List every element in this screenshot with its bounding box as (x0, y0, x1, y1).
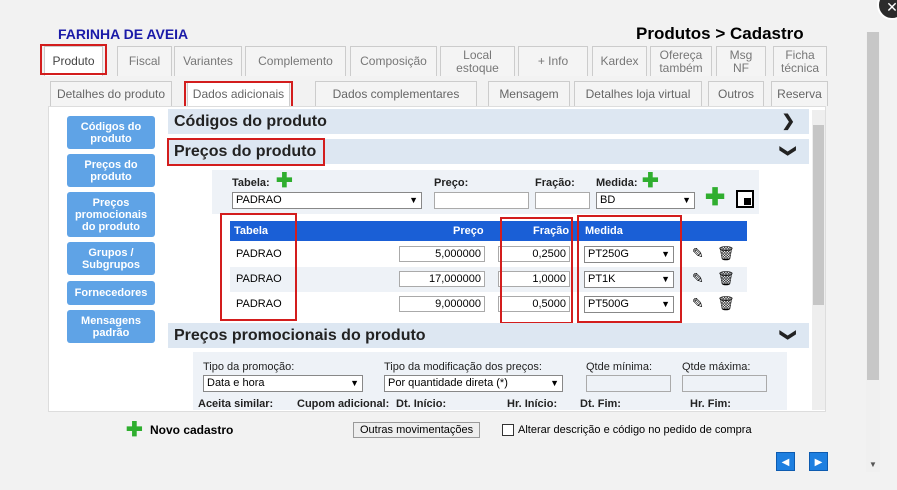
tab-mensagem[interactable]: Mensagem (488, 81, 570, 106)
aceita-similar-label: Aceita similar: (198, 398, 274, 410)
tab-variantes[interactable]: Variantes (174, 46, 242, 76)
section-precos-produto[interactable]: Preços do produto ❯ (168, 139, 809, 164)
fracao-input[interactable] (535, 192, 590, 209)
chevron-right-icon: ❯ (781, 113, 795, 130)
edit-icon[interactable]: ✎ (692, 295, 704, 312)
col-preco: Preço (453, 225, 484, 237)
preco-label: Preço: (434, 177, 469, 189)
page-title: Produtos > Cadastro (636, 24, 804, 43)
edit-icon[interactable]: ✎ (692, 245, 704, 262)
precos-table-header: Tabela Preço Fração Medida (230, 221, 747, 241)
fracao-cell-input[interactable]: 1,0000 (498, 271, 570, 287)
alterar-label: Alterar descrição e código no pedido de … (518, 424, 752, 436)
col-medida: Medida (585, 225, 623, 237)
tabela-select[interactable]: PADRAO ▼ (232, 192, 422, 209)
tab-mais-info[interactable]: + Info (518, 46, 588, 76)
medida-cell-select[interactable]: PT500G ▼ (584, 296, 674, 313)
medida-label: Medida: (596, 177, 638, 189)
tab-ficha-tecnica[interactable]: Ficha técnica (773, 46, 827, 76)
medida-select[interactable]: BD ▼ (596, 192, 695, 209)
tab-complemento[interactable]: Complemento (245, 46, 346, 76)
chevron-down-icon: ❯ (779, 144, 797, 158)
tipo-modificacao-select[interactable]: Por quantidade direta (*) ▼ (384, 375, 563, 392)
tab-kardex[interactable]: Kardex (592, 46, 647, 76)
tab-fiscal[interactable]: Fiscal (117, 46, 172, 76)
tab-local-estoque[interactable]: Local estoque (440, 46, 515, 76)
tab-detalhes-produto[interactable]: Detalhes do produto (50, 81, 172, 106)
sidebar-item-precos-promocionais[interactable]: Preços promocionais do produto (67, 192, 155, 237)
col-tabela: Tabela (234, 225, 269, 237)
tab-produto[interactable]: Produto (44, 46, 103, 76)
section-codigos-produto[interactable]: Códigos do produto ❯ (168, 109, 809, 134)
col-fracao: Fração (533, 225, 570, 237)
table-row: PADRAO 5,000000 0,2500 PT250G ▼ ✎ 🗑 (230, 242, 747, 267)
tabela-label: Tabela: (232, 177, 270, 189)
medida-cell-select[interactable]: PT250G ▼ (584, 246, 674, 263)
trash-icon[interactable]: 🗑 (717, 245, 735, 262)
sidebar-item-codigos[interactable]: Códigos do produto (67, 116, 155, 149)
qtde-maxima-label: Qtde máxima: (682, 361, 751, 373)
save-icon[interactable] (736, 190, 754, 208)
tab-composicao[interactable]: Composição (350, 46, 437, 76)
hr-inicio-label: Hr. Início: (507, 398, 558, 410)
tab-reserva[interactable]: Reserva (771, 81, 828, 106)
preco-cell-input[interactable]: 17,000000 (399, 271, 485, 287)
chevron-down-icon: ❯ (779, 328, 797, 342)
preco-input[interactable] (434, 192, 529, 209)
edit-icon[interactable]: ✎ (692, 270, 704, 287)
tab-dados-adicionais[interactable]: Dados adicionais (187, 81, 290, 106)
table-row: PADRAO 9,000000 0,5000 PT500G ▼ ✎ 🗑 (230, 292, 747, 317)
tipo-promocao-label: Tipo da promoção: (203, 361, 295, 373)
tab-msg-nf[interactable]: Msg NF (716, 46, 766, 76)
preco-cell-input[interactable]: 5,000000 (399, 246, 485, 262)
add-preco-icon[interactable]: ✚ (705, 186, 725, 210)
next-arrow-icon[interactable]: ▶ (809, 452, 828, 471)
trash-icon[interactable]: 🗑 (717, 295, 735, 312)
tab-oferecа-tambem[interactable]: Ofereça também (650, 46, 712, 76)
dt-fim-label: Dt. Fim: (580, 398, 621, 410)
sidebar-item-grupos[interactable]: Grupos / Subgrupos (67, 242, 155, 275)
add-medida-icon[interactable]: ✚ (642, 171, 659, 191)
qtde-minima-input[interactable] (586, 375, 671, 392)
dt-inicio-label: Dt. Início: (396, 398, 447, 410)
tab-outros[interactable]: Outros (708, 81, 764, 106)
sidebar-item-fornecedores[interactable]: Fornecedores (67, 281, 155, 305)
novo-cadastro-button[interactable]: Novo cadastro (150, 423, 233, 437)
scrollbar-thumb[interactable] (867, 32, 879, 380)
tipo-promocao-select[interactable]: Data e hora ▼ (203, 375, 363, 392)
preco-cell-input[interactable]: 9,000000 (399, 296, 485, 312)
tab-detalhes-loja-virtual[interactable]: Detalhes loja virtual (574, 81, 702, 106)
fracao-cell-input[interactable]: 0,5000 (498, 296, 570, 312)
sidebar-item-precos[interactable]: Preços do produto (67, 154, 155, 187)
fracao-label: Fração: (535, 177, 575, 189)
plus-icon[interactable]: ✚ (126, 420, 143, 440)
qtde-minima-label: Qtde mínima: (586, 361, 653, 373)
fracao-cell-input[interactable]: 0,2500 (498, 246, 570, 262)
sidebar-item-mensagens[interactable]: Mensagens padrão (67, 310, 155, 343)
product-name: FARINHA DE AVEIA (58, 26, 189, 42)
medida-cell-select[interactable]: PT1K ▼ (584, 271, 674, 288)
section-precos-promocionais[interactable]: Preços promocionais do produto ❯ (168, 323, 809, 348)
table-row: PADRAO 17,000000 1,0000 PT1K ▼ ✎ 🗑 (230, 267, 747, 292)
prev-arrow-icon[interactable]: ◀ (776, 452, 795, 471)
scroll-down-icon[interactable]: ▼ (869, 460, 877, 469)
add-tabela-icon[interactable]: ✚ (276, 171, 293, 191)
tab-dados-complementares[interactable]: Dados complementares (315, 81, 477, 106)
cupom-adicional-label: Cupom adicional: (297, 398, 390, 410)
alterar-checkbox[interactable] (502, 424, 514, 436)
outras-movimentacoes-button[interactable]: Outras movimentações (353, 422, 481, 438)
inner-scrollbar-thumb[interactable] (813, 125, 824, 305)
hr-fim-label: Hr. Fim: (690, 398, 731, 410)
trash-icon[interactable]: 🗑 (717, 270, 735, 287)
qtde-maxima-input[interactable] (682, 375, 767, 392)
tipo-modificacao-label: Tipo da modificação dos preços: (384, 361, 542, 373)
